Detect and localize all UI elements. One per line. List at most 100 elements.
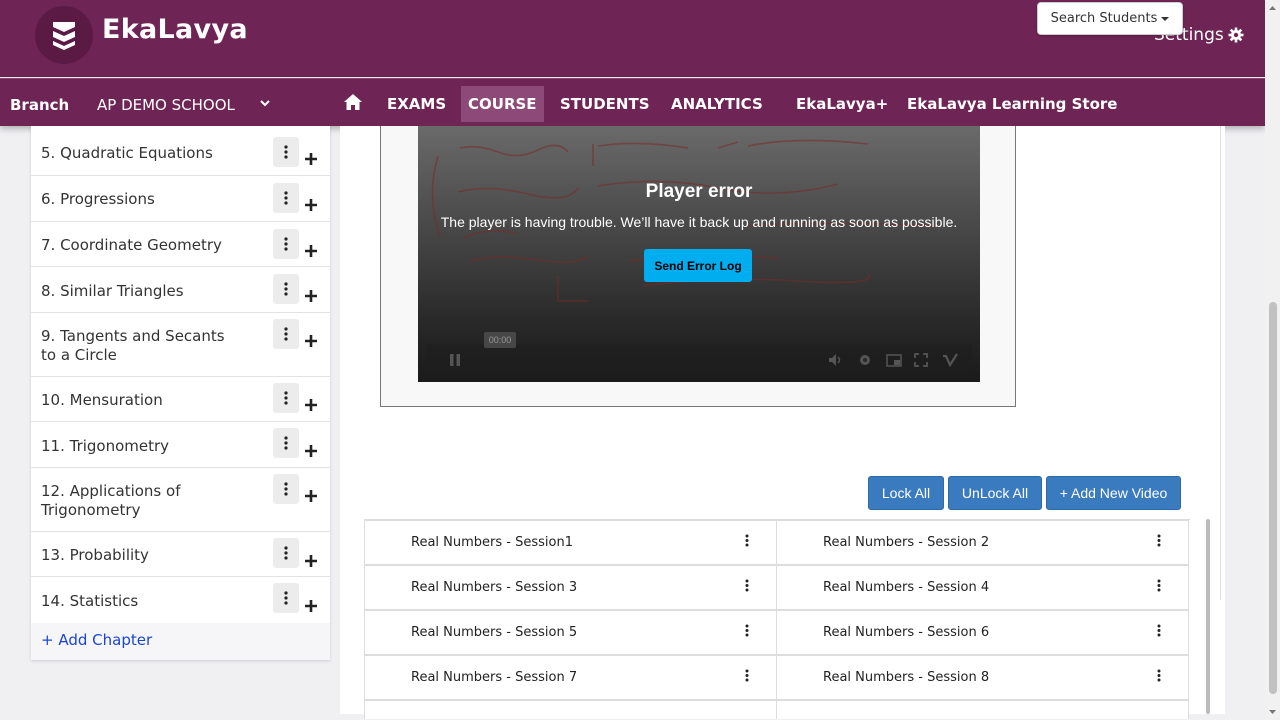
- nav-students[interactable]: STUDENTS: [553, 86, 657, 122]
- chapter-options-button[interactable]: [273, 229, 299, 259]
- chapter-options-button[interactable]: [273, 383, 299, 413]
- ekalavya-logo-icon: [53, 22, 75, 50]
- chapter-list: 5. Quadratic Equations 6. Progressions 7…: [31, 126, 330, 660]
- chapter-options-button[interactable]: [273, 137, 299, 167]
- nav-course[interactable]: COURSE: [461, 86, 544, 122]
- chapter-item[interactable]: 7. Coordinate Geometry: [31, 222, 330, 267]
- session-item[interactable]: Real Numbers - Session1: [364, 520, 777, 565]
- add-topic-icon[interactable]: [303, 197, 319, 213]
- chapter-options-button[interactable]: [273, 583, 299, 613]
- kebab-icon[interactable]: [745, 669, 749, 682]
- add-topic-icon[interactable]: [303, 443, 319, 459]
- chapter-name: 10. Mensuration: [41, 391, 163, 409]
- kebab-icon[interactable]: [1157, 669, 1161, 682]
- nav-learning-store[interactable]: EkaLavya Learning Store: [900, 86, 1124, 122]
- chapter-options-button[interactable]: [273, 428, 299, 458]
- kebab-icon: [284, 591, 288, 605]
- chapter-item[interactable]: 11. Trigonometry: [31, 422, 330, 468]
- chapter-options-button[interactable]: [273, 183, 299, 213]
- branch-label: Branch: [10, 96, 70, 114]
- nav-ekalavya-plus[interactable]: EkaLavya+: [789, 86, 895, 122]
- chapter-options-button[interactable]: [273, 274, 299, 304]
- kebab-icon[interactable]: [1157, 534, 1161, 547]
- pip-icon[interactable]: [886, 354, 902, 367]
- kebab-icon: [284, 327, 288, 341]
- player-controls: [426, 344, 972, 376]
- school-select[interactable]: AP DEMO SCHOOL: [97, 96, 235, 114]
- video-player-frame: Player error The player is having troubl…: [380, 126, 1016, 407]
- session-item[interactable]: [776, 700, 1189, 719]
- page-scrollbar[interactable]: [1265, 0, 1280, 720]
- unlock-all-button[interactable]: UnLock All: [948, 476, 1042, 510]
- chapter-options-button[interactable]: [273, 319, 299, 349]
- chapter-item[interactable]: 6. Progressions: [31, 176, 330, 222]
- course-content: Player error The player is having troubl…: [340, 126, 1225, 719]
- chapter-name: 5. Quadratic Equations: [41, 144, 213, 162]
- scroll-down-icon[interactable]: [1265, 706, 1280, 718]
- session-item[interactable]: Real Numbers - Session 2: [776, 520, 1189, 565]
- chapter-item[interactable]: 5. Quadratic Equations: [31, 130, 330, 176]
- add-new-video-button[interactable]: + Add New Video: [1046, 476, 1181, 510]
- add-chapter-link[interactable]: + Add Chapter: [41, 631, 152, 649]
- session-item[interactable]: Real Numbers - Session 3: [364, 565, 777, 610]
- player-error-title: Player error: [645, 181, 753, 202]
- session-item[interactable]: Real Numbers - Session 5: [364, 610, 777, 655]
- chapter-item[interactable]: 10. Mensuration: [31, 377, 330, 422]
- chapter-item[interactable]: 8. Similar Triangles: [31, 267, 330, 313]
- add-topic-icon[interactable]: [303, 598, 319, 614]
- chapter-options-button[interactable]: [273, 538, 299, 568]
- session-title: Real Numbers - Session 6: [823, 625, 990, 640]
- add-topic-icon[interactable]: [303, 151, 319, 167]
- chapter-name: 9. Tangents and Secants to a Circle: [41, 327, 225, 364]
- kebab-icon[interactable]: [745, 624, 749, 637]
- video-player[interactable]: Player error The player is having troubl…: [418, 126, 980, 382]
- chapter-item[interactable]: 9. Tangents and Secants to a Circle: [31, 313, 330, 377]
- send-error-log-button[interactable]: Send Error Log: [644, 249, 752, 282]
- session-item[interactable]: [364, 700, 777, 719]
- scroll-up-icon[interactable]: [1265, 2, 1280, 14]
- session-item[interactable]: Real Numbers - Session 8: [776, 655, 1189, 700]
- add-topic-icon[interactable]: [303, 397, 319, 413]
- add-topic-icon[interactable]: [303, 288, 319, 304]
- add-topic-icon[interactable]: [303, 333, 319, 349]
- session-item[interactable]: Real Numbers - Session 7: [364, 655, 777, 700]
- lock-all-button[interactable]: Lock All: [868, 476, 944, 510]
- pause-icon[interactable]: [448, 353, 462, 367]
- chapter-item[interactable]: 13. Probability: [31, 532, 330, 577]
- chapter-name: 14. Statistics: [41, 592, 139, 610]
- chapter-name: 12. Applications of Trigonometry: [41, 482, 181, 519]
- nav-exams[interactable]: EXAMS: [380, 86, 453, 122]
- vimeo-icon[interactable]: [942, 353, 960, 367]
- add-topic-icon[interactable]: [303, 553, 319, 569]
- search-students-dropdown[interactable]: Search Students: [1037, 2, 1183, 35]
- home-icon[interactable]: [343, 93, 363, 111]
- session-item[interactable]: Real Numbers - Session 4: [776, 565, 1189, 610]
- kebab-icon: [284, 546, 288, 560]
- logo[interactable]: [35, 6, 93, 64]
- scrollbar-thumb[interactable]: [1269, 302, 1277, 694]
- chapter-item[interactable]: 14. Statistics: [31, 577, 330, 623]
- session-item[interactable]: Real Numbers - Session 6: [776, 610, 1189, 655]
- volume-icon[interactable]: [828, 353, 844, 367]
- settings-icon[interactable]: [858, 353, 872, 367]
- session-title: Real Numbers - Session 2: [823, 535, 990, 550]
- session-grid: Real Numbers - Session1 Real Numbers - S…: [364, 519, 1190, 719]
- nav-analytics[interactable]: ANALYTICS: [664, 86, 770, 122]
- gear-icon: [1228, 27, 1244, 43]
- kebab-icon[interactable]: [745, 534, 749, 547]
- add-topic-icon[interactable]: [303, 488, 319, 504]
- kebab-icon[interactable]: [1157, 579, 1161, 592]
- add-topic-icon[interactable]: [303, 243, 319, 259]
- session-scrollbar[interactable]: [1206, 519, 1210, 714]
- session-title: Real Numbers - Session 7: [411, 670, 578, 685]
- chapter-options-button[interactable]: [273, 474, 299, 504]
- kebab-icon[interactable]: [1157, 624, 1161, 637]
- fullscreen-icon[interactable]: [914, 353, 928, 367]
- kebab-icon[interactable]: [745, 579, 749, 592]
- chevron-down-icon[interactable]: [259, 97, 271, 109]
- content-divider: [1220, 126, 1221, 600]
- chapter-item[interactable]: 12. Applications of Trigonometry: [31, 468, 330, 532]
- search-students-label: Search Students: [1050, 11, 1158, 26]
- kebab-icon: [284, 436, 288, 450]
- session-title: Real Numbers - Session1: [411, 535, 573, 550]
